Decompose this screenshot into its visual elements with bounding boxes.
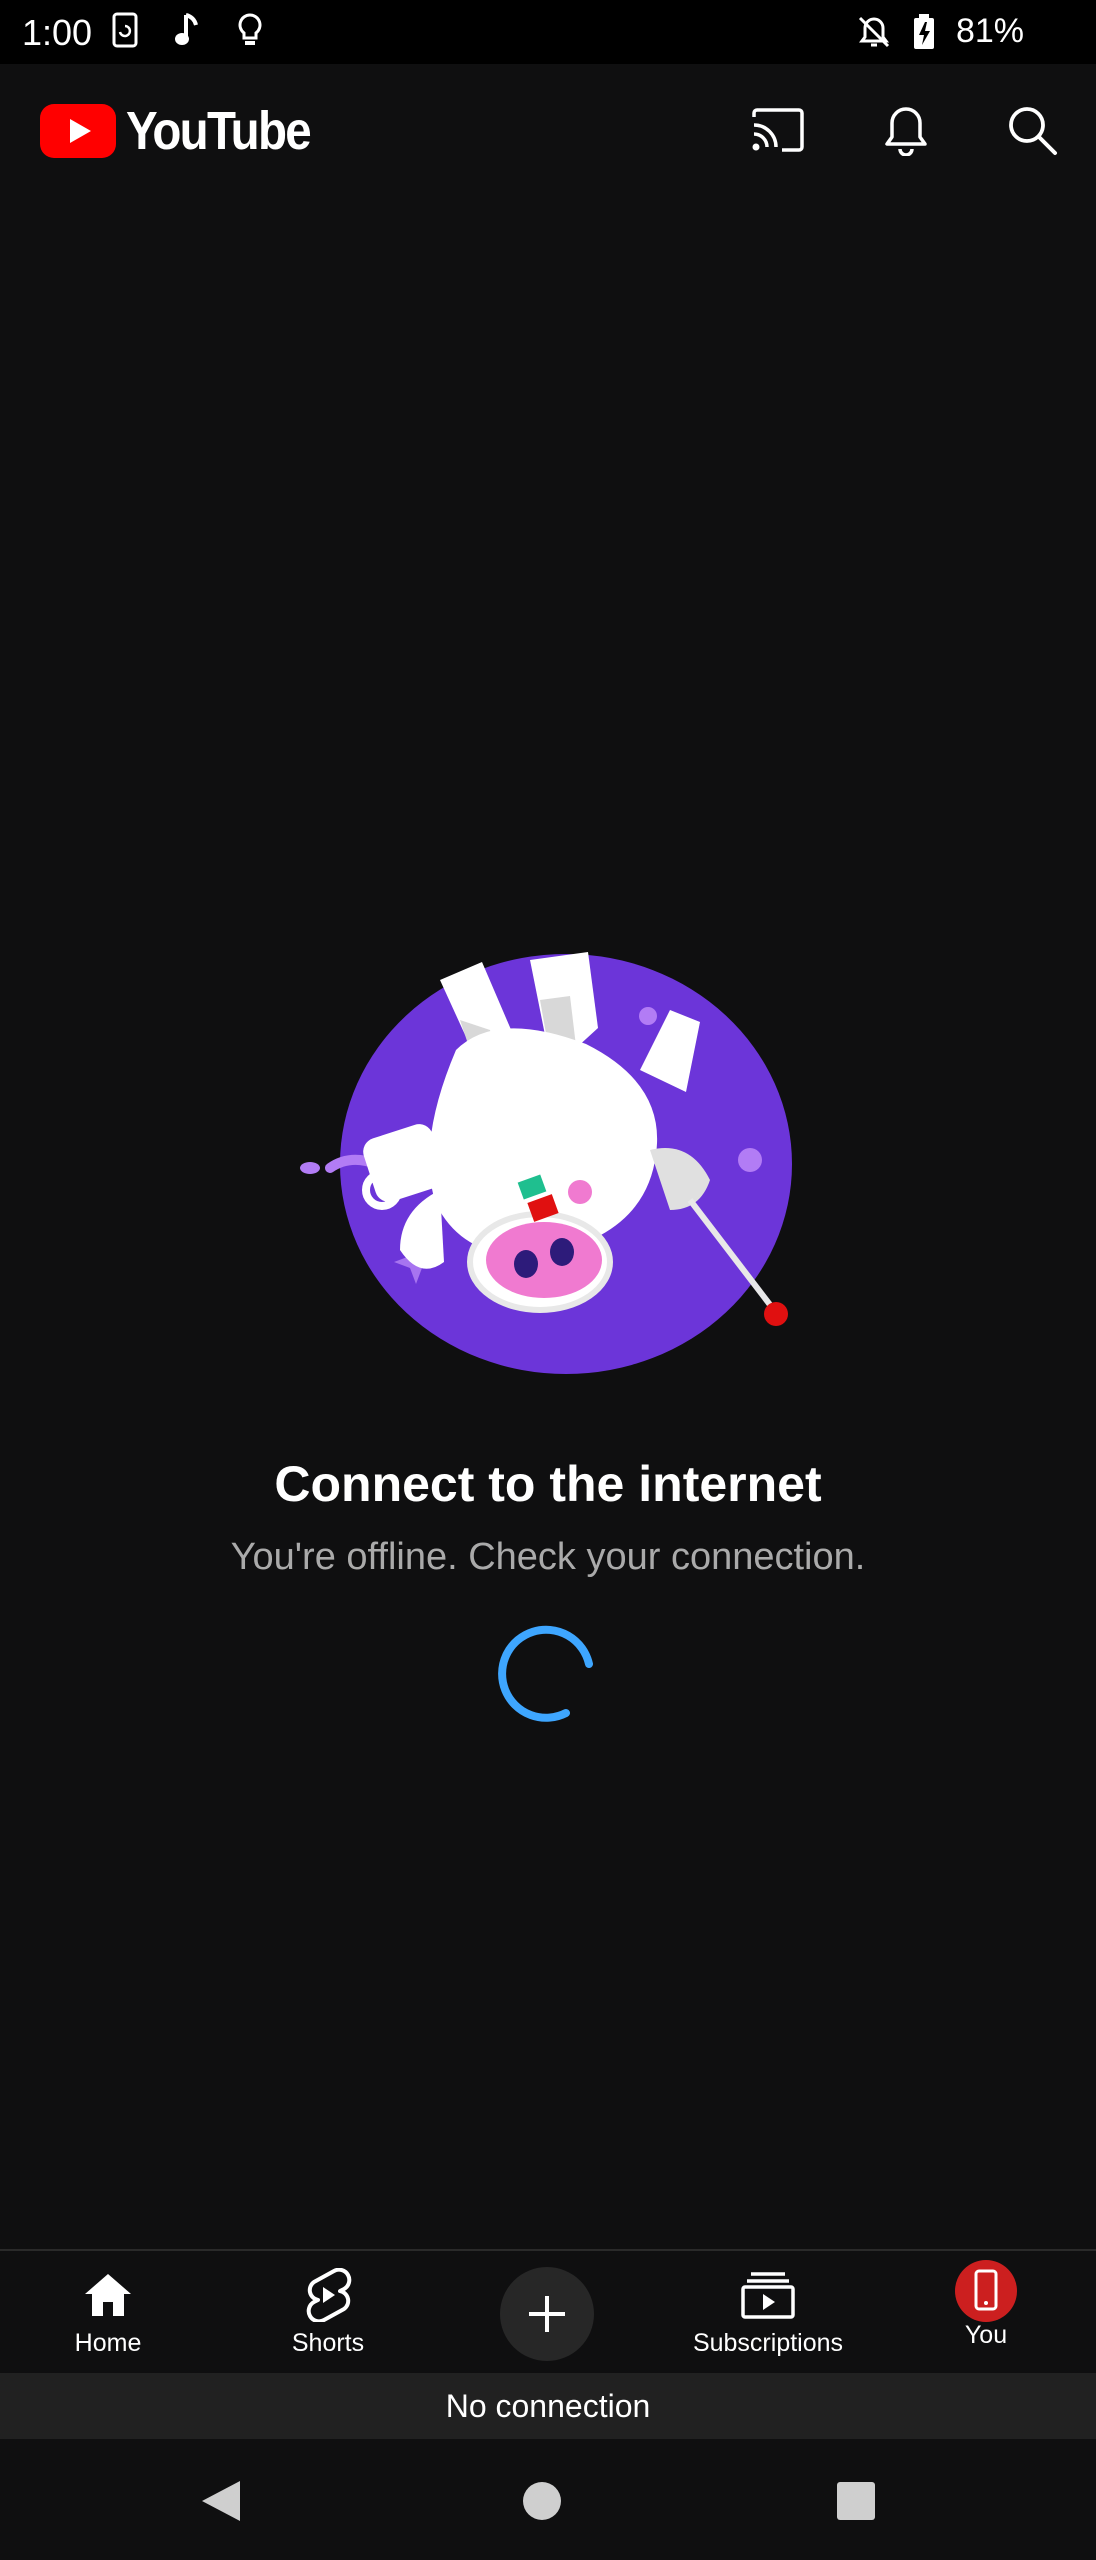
nav-you[interactable]: You [926, 2251, 1046, 2375]
bottom-navigation: Home Shorts Subscriptions You [0, 2249, 1096, 2375]
battery-percentage: 81% [955, 12, 1024, 50]
search-icon [1009, 107, 1057, 155]
status-time: 1:00 [22, 12, 93, 53]
offline-title: Connect to the internet [274, 1456, 822, 1512]
offline-message: You're offline. Check your connection. [230, 1536, 866, 1578]
nav-you-label: You [964, 2321, 1008, 2349]
youtube-play-logo-icon [40, 104, 116, 158]
recents-icon[interactable] [836, 2481, 876, 2521]
search-button[interactable] [1002, 100, 1062, 160]
subscriptions-icon [741, 2272, 795, 2319]
no-connection-text: No connection [445, 2387, 651, 2424]
nav-shorts-label: Shorts [291, 2329, 365, 2357]
offline-astronaut-illustration [300, 952, 792, 1374]
avatar-icon [955, 2260, 1017, 2322]
screenshot-icon [112, 12, 138, 48]
cast-icon [752, 108, 804, 152]
status-system-icons: 81% [856, 12, 1024, 51]
nav-subscriptions[interactable]: Subscriptions [680, 2251, 856, 2375]
loading-spinner [498, 1625, 593, 1722]
notifications-bell-icon [885, 107, 927, 156]
nav-home-label: Home [74, 2329, 142, 2357]
notifications-button[interactable] [876, 100, 936, 160]
status-notification-icons [112, 12, 264, 48]
app-bar: YouTube [0, 64, 1096, 192]
youtube-logo[interactable]: YouTube [40, 100, 335, 162]
no-connection-banner: No connection [0, 2373, 1096, 2439]
nav-shorts[interactable]: Shorts [268, 2251, 388, 2375]
logo-text: YouTube [126, 101, 312, 161]
battery-charging-icon [913, 13, 934, 49]
create-button[interactable] [500, 2267, 594, 2361]
nav-subscriptions-label: Subscriptions [692, 2329, 844, 2357]
create-plus-icon [529, 2296, 565, 2332]
cast-button[interactable] [748, 100, 808, 160]
lightbulb-icon [238, 13, 262, 45]
music-note-icon [175, 13, 198, 45]
status-bar: 1:00 81% [0, 0, 1096, 64]
system-navigation-bar [0, 2439, 1096, 2560]
home-circle-icon[interactable] [522, 2481, 562, 2521]
back-icon[interactable] [200, 2479, 242, 2523]
shorts-icon [306, 2268, 352, 2322]
nav-home[interactable]: Home [48, 2251, 168, 2375]
notifications-off-icon [858, 16, 889, 47]
home-icon [85, 2274, 131, 2316]
